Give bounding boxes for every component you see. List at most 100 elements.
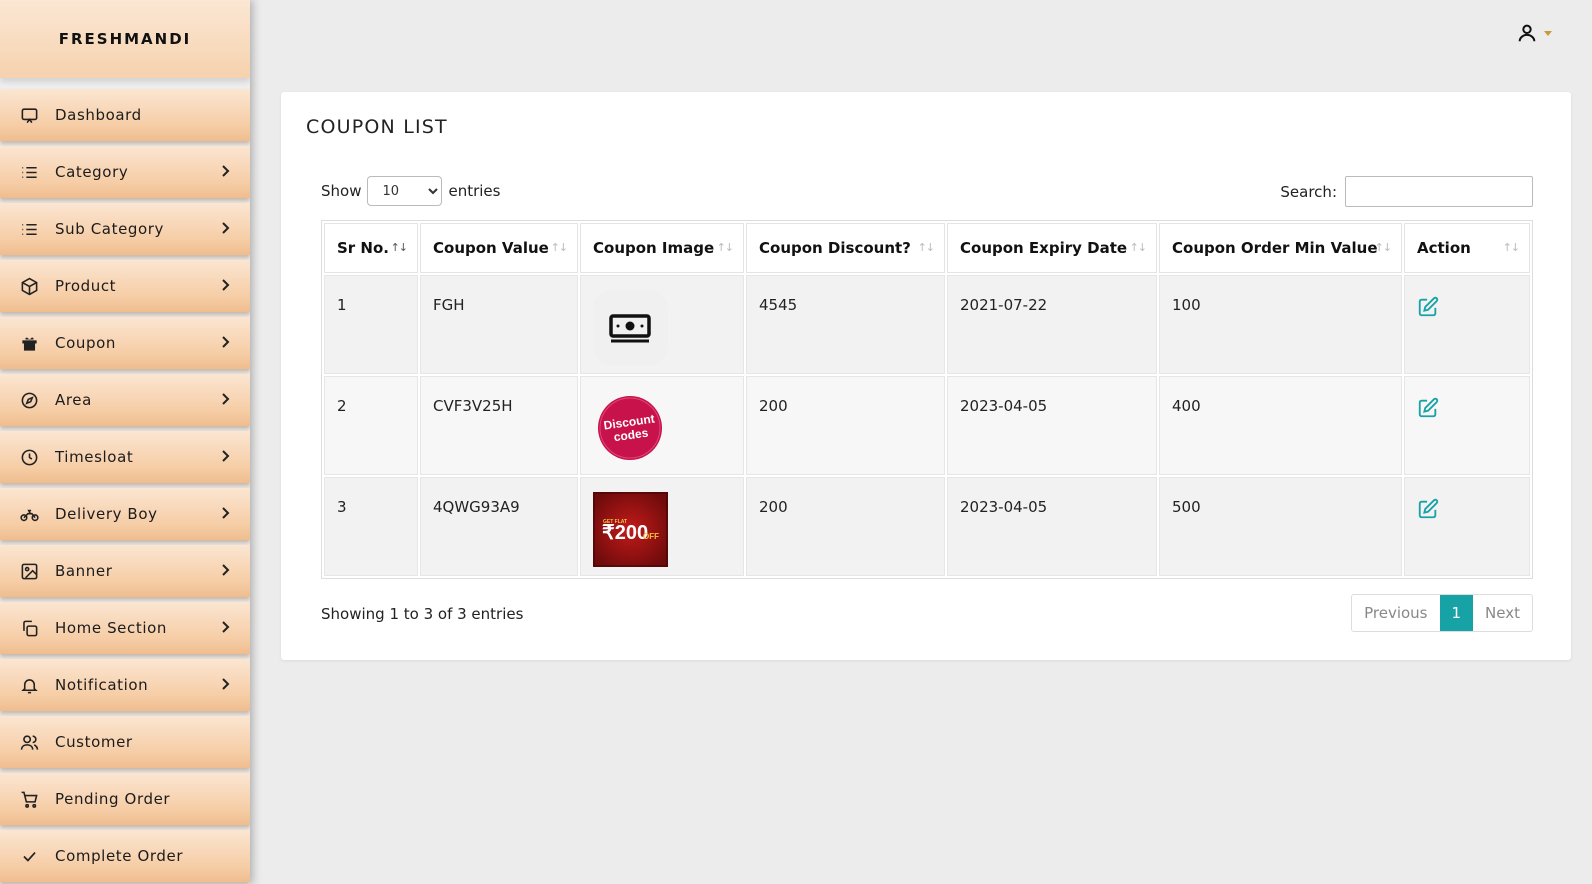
sort-icon: ↑↓ <box>1129 241 1147 254</box>
cell-sr-no: 3 <box>324 477 418 576</box>
table-row: 1 FGH 4545 2021-07-22 100 <box>324 275 1530 374</box>
chevron-right-icon <box>222 165 230 177</box>
cell-coupon-value: CVF3V25H <box>420 376 578 475</box>
table-row: 3 4QWG93A9 GET FLAT ₹200 OFF 200 2023-04… <box>324 477 1530 576</box>
table-row: 2 CVF3V25H Discount codes 200 2023-04-05… <box>324 376 1530 475</box>
cell-coupon-image <box>580 275 744 374</box>
cell-coupon-min-value: 100 <box>1159 275 1402 374</box>
list-icon <box>18 218 40 240</box>
box-icon <box>18 275 40 297</box>
table-header-row: Sr No. ↑↓ Coupon Value ↑↓ Coupon Image ↑↓ C… <box>324 223 1530 273</box>
page-1-button[interactable]: 1 <box>1439 595 1474 631</box>
chevron-right-icon <box>222 336 230 348</box>
copy-icon <box>18 617 40 639</box>
flat-200-off-image: GET FLAT ₹200 OFF <box>593 492 668 567</box>
sidebar-item-product[interactable]: Product <box>0 260 250 312</box>
sort-icon: ↑↓ <box>716 241 734 254</box>
chevron-right-icon <box>222 507 230 519</box>
sidebar-item-label: Notification <box>55 676 149 694</box>
table-info: Showing 1 to 3 of 3 entries <box>321 605 524 623</box>
show-label: Show <box>321 182 362 200</box>
sidebar-item-label: Delivery Boy <box>55 505 158 523</box>
sidebar-item-label: Dashboard <box>55 106 142 124</box>
sidebar-item-pending-order[interactable]: Pending Order <box>0 773 250 825</box>
list-icon <box>18 161 40 183</box>
chevron-right-icon <box>222 621 230 633</box>
column-header-coupon-expiry-date[interactable]: Coupon Expiry Date ↑↓ <box>947 223 1157 273</box>
motorbike-icon <box>18 503 40 525</box>
chevron-right-icon <box>222 222 230 234</box>
sidebar-item-dashboard[interactable]: Dashboard <box>0 89 250 141</box>
money-image <box>593 290 668 365</box>
sidebar-item-notification[interactable]: Notification <box>0 659 250 711</box>
cell-coupon-min-value: 400 <box>1159 376 1402 475</box>
search-control: Search: <box>1280 176 1533 207</box>
cell-coupon-expiry-date: 2023-04-05 <box>947 477 1157 576</box>
cell-coupon-image: Discount codes <box>580 376 744 475</box>
sidebar-item-area[interactable]: Area <box>0 374 250 426</box>
chevron-right-icon <box>222 678 230 690</box>
caret-down-icon <box>1544 30 1552 36</box>
edit-icon[interactable] <box>1417 498 1439 520</box>
sidebar-item-home-section[interactable]: Home Section <box>0 602 250 654</box>
compass-icon <box>18 389 40 411</box>
cell-coupon-discount: 200 <box>746 376 945 475</box>
chevron-right-icon <box>222 393 230 405</box>
monitor-icon <box>18 104 40 126</box>
sidebar-item-label: Banner <box>55 562 113 580</box>
column-header-coupon-order-min-value[interactable]: Coupon Order Min Value ↑↓ <box>1159 223 1402 273</box>
sidebar-item-label: Coupon <box>55 334 116 352</box>
brand-logo[interactable]: FRESHMANDI <box>0 0 250 78</box>
sort-icon: ↑↓ <box>1502 241 1520 254</box>
flat-value-text: ₹200 <box>602 522 648 544</box>
sidebar: FRESHMANDI Dashboard Category Sub Catego… <box>0 0 250 884</box>
column-header-coupon-image[interactable]: Coupon Image ↑↓ <box>580 223 744 273</box>
sidebar-item-category[interactable]: Category <box>0 146 250 198</box>
entries-select[interactable]: 10 <box>367 176 443 206</box>
cell-coupon-value: FGH <box>420 275 578 374</box>
user-menu[interactable] <box>1516 22 1552 44</box>
sidebar-item-delivery-boy[interactable]: Delivery Boy <box>0 488 250 540</box>
sidebar-item-label: Pending Order <box>55 790 171 808</box>
column-header-sr-no[interactable]: Sr No. ↑↓ <box>324 223 418 273</box>
cell-coupon-expiry-date: 2023-04-05 <box>947 376 1157 475</box>
cell-action <box>1404 477 1530 576</box>
coupon-table: Sr No. ↑↓ Coupon Value ↑↓ Coupon Image ↑↓ C… <box>321 220 1533 579</box>
sort-icon: ↑↓ <box>917 241 935 254</box>
sidebar-item-complete-order[interactable]: Complete Order <box>0 830 250 882</box>
flat-off-text: OFF <box>643 532 659 541</box>
chevron-right-icon <box>222 279 230 291</box>
entries-label: entries <box>448 182 501 200</box>
sidebar-item-customer[interactable]: Customer <box>0 716 250 768</box>
discount-codes-image: Discount codes <box>598 396 662 460</box>
sidebar-item-label: Timesloat <box>55 448 134 466</box>
column-header-coupon-value[interactable]: Coupon Value ↑↓ <box>420 223 578 273</box>
check-icon <box>18 845 40 867</box>
sidebar-item-label: Customer <box>55 733 133 751</box>
edit-icon[interactable] <box>1417 397 1439 419</box>
sort-icon: ↑↓ <box>550 241 568 254</box>
next-button[interactable]: Next <box>1473 595 1532 631</box>
coupon-list-card: COUPON LIST Show 10 entries Search: Sr N… <box>281 92 1571 660</box>
sidebar-item-sub-category[interactable]: Sub Category <box>0 203 250 255</box>
cell-coupon-expiry-date: 2021-07-22 <box>947 275 1157 374</box>
sidebar-item-label: Home Section <box>55 619 167 637</box>
sidebar-item-label: Area <box>55 391 92 409</box>
cell-action <box>1404 275 1530 374</box>
cell-coupon-discount: 4545 <box>746 275 945 374</box>
sidebar-item-label: Complete Order <box>55 847 184 865</box>
sidebar-item-timesloat[interactable]: Timesloat <box>0 431 250 483</box>
column-header-coupon-discount[interactable]: Coupon Discount? ↑↓ <box>746 223 945 273</box>
image-icon <box>18 560 40 582</box>
chevron-right-icon <box>222 564 230 576</box>
cell-action <box>1404 376 1530 475</box>
sidebar-item-coupon[interactable]: Coupon <box>0 317 250 369</box>
sidebar-item-banner[interactable]: Banner <box>0 545 250 597</box>
edit-icon[interactable] <box>1417 296 1439 318</box>
previous-button[interactable]: Previous <box>1352 595 1439 631</box>
search-input[interactable] <box>1345 176 1533 207</box>
cell-sr-no: 2 <box>324 376 418 475</box>
bell-icon <box>18 674 40 696</box>
search-label: Search: <box>1280 182 1337 201</box>
column-header-action[interactable]: Action ↑↓ <box>1404 223 1530 273</box>
